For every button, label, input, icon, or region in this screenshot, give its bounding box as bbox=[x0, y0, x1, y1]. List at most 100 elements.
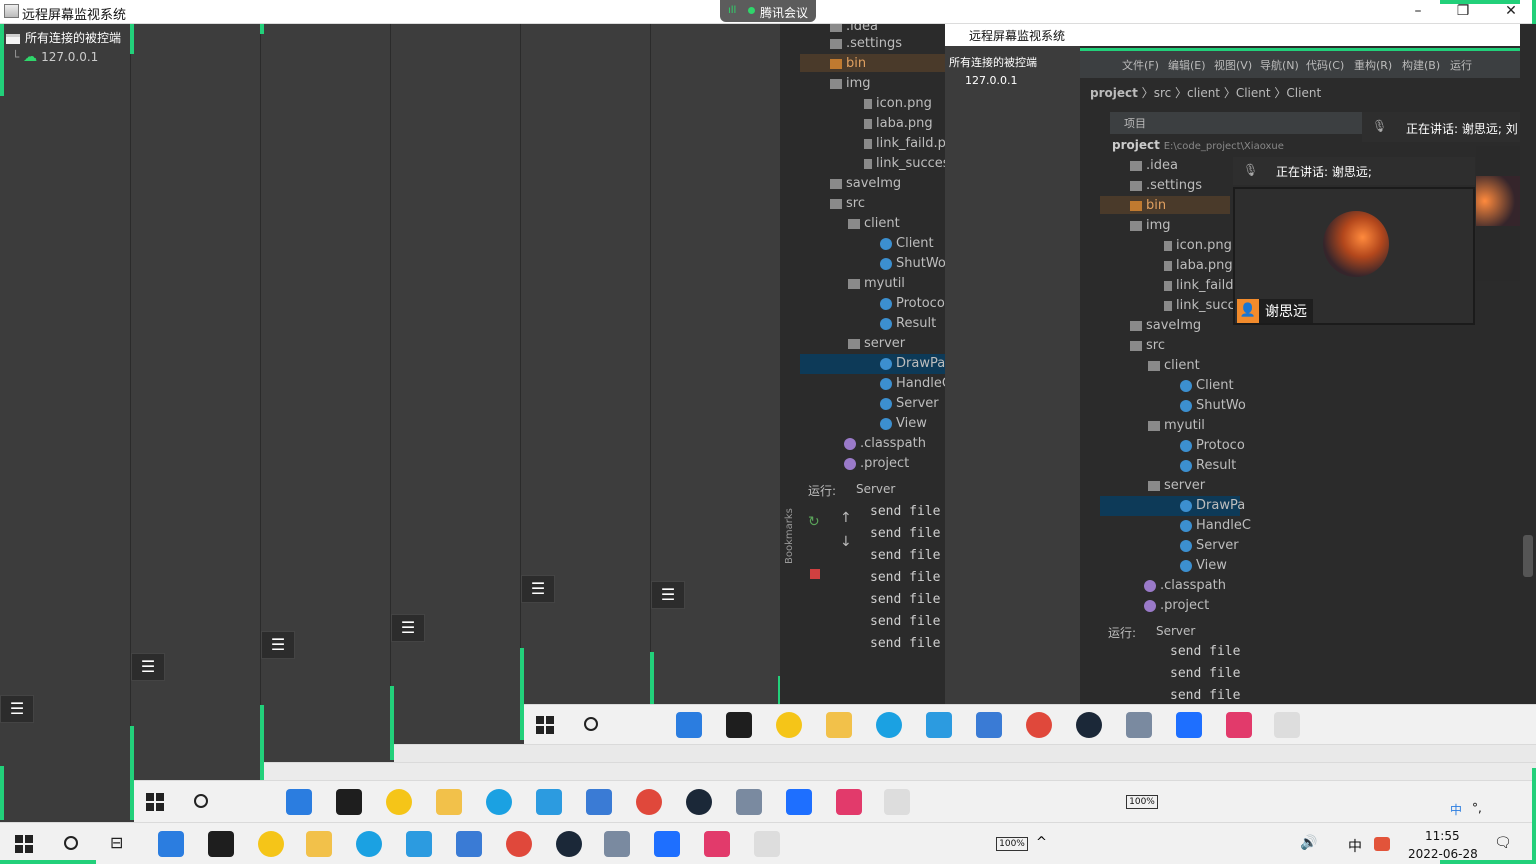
tree-item[interactable]: saveImg bbox=[830, 176, 901, 191]
edge-icon[interactable] bbox=[486, 789, 512, 815]
tree-item[interactable]: .idea bbox=[830, 24, 878, 34]
steam-icon[interactable] bbox=[686, 789, 712, 815]
wps-icon[interactable] bbox=[456, 831, 482, 857]
tree-client[interactable]: └ ☁ 127.0.0.1 bbox=[12, 49, 98, 65]
tree-item[interactable]: View bbox=[1180, 558, 1227, 573]
tree-item[interactable]: client bbox=[848, 216, 900, 231]
menu-file[interactable]: 文件(F) bbox=[1122, 57, 1159, 73]
remote-tree-root[interactable]: 所有连接的被控端 bbox=[949, 54, 1037, 70]
tree-item[interactable]: src bbox=[830, 196, 865, 211]
menu-edit[interactable]: 编辑(E) bbox=[1168, 57, 1206, 73]
tree-item[interactable]: HandleC bbox=[1180, 518, 1251, 533]
tree-item[interactable]: .settings bbox=[1130, 178, 1202, 193]
edge-icon[interactable] bbox=[876, 712, 902, 738]
tree-item[interactable]: Server bbox=[1180, 538, 1239, 553]
run-tab[interactable]: Server bbox=[1156, 624, 1195, 638]
menu-view[interactable]: 视图(V) bbox=[1214, 57, 1252, 73]
minimize-button[interactable]: – bbox=[1395, 0, 1441, 24]
intellij-icon[interactable] bbox=[1226, 712, 1252, 738]
tree-item[interactable]: server bbox=[848, 336, 905, 351]
tray-expand-icon[interactable]: ^ bbox=[1036, 835, 1047, 850]
tree-item[interactable]: Client bbox=[880, 236, 934, 251]
start-icon[interactable] bbox=[536, 716, 554, 734]
volume-icon[interactable]: 🔊 bbox=[1300, 835, 1317, 851]
tree-item[interactable]: saveImg bbox=[1130, 318, 1201, 333]
participant-video[interactable]: 👤 谢思远 bbox=[1233, 187, 1475, 325]
steam-icon[interactable] bbox=[1076, 712, 1102, 738]
folder-icon[interactable] bbox=[306, 831, 332, 857]
ime-indicator[interactable]: 中 bbox=[1348, 836, 1362, 856]
menu-navigate[interactable]: 导航(N) bbox=[1260, 57, 1299, 73]
menu-run[interactable]: 运行 bbox=[1450, 57, 1472, 73]
steam-icon[interactable] bbox=[556, 831, 582, 857]
run-tab[interactable]: Server bbox=[856, 482, 895, 496]
notification-icon[interactable]: 🗨 bbox=[1494, 835, 1512, 851]
vscode-icon[interactable] bbox=[926, 712, 952, 738]
arrow-down-icon[interactable]: ↓ bbox=[840, 534, 852, 550]
remote-tree-client[interactable]: 127.0.0.1 bbox=[965, 74, 1017, 87]
tree-item[interactable]: ShutWo bbox=[1180, 398, 1246, 413]
app-icon[interactable] bbox=[776, 712, 802, 738]
app-icon[interactable] bbox=[258, 831, 284, 857]
battery-indicator[interactable]: 100% bbox=[1126, 795, 1158, 809]
tree-item[interactable]: icon.png bbox=[864, 96, 932, 111]
tree-item[interactable]: .idea bbox=[1130, 158, 1178, 173]
tree-item[interactable]: bin bbox=[1130, 198, 1166, 213]
tree-item[interactable]: Result bbox=[880, 316, 936, 331]
bookmarks-tab[interactable]: Bookmarks bbox=[784, 508, 795, 564]
menu-icon[interactable]: ☰ bbox=[131, 653, 165, 681]
scrollbar-thumb[interactable] bbox=[1523, 535, 1533, 577]
tree-item[interactable]: bin bbox=[830, 56, 866, 71]
tree-item[interactable]: HandleC bbox=[880, 376, 945, 391]
meeting-app-icon[interactable] bbox=[654, 831, 680, 857]
game-icon[interactable] bbox=[1126, 712, 1152, 738]
tree-item[interactable]: .classpath bbox=[844, 436, 926, 451]
rerun-icon[interactable]: ↻ bbox=[808, 514, 820, 530]
menu-build[interactable]: 构建(B) bbox=[1402, 57, 1440, 73]
vscode-icon[interactable] bbox=[406, 831, 432, 857]
tree-item[interactable]: icon.png bbox=[1164, 238, 1232, 253]
chrome-icon[interactable] bbox=[506, 831, 532, 857]
tree-item[interactable]: View bbox=[880, 416, 927, 431]
menu-code[interactable]: 代码(C) bbox=[1306, 57, 1344, 73]
wps-icon[interactable] bbox=[976, 712, 1002, 738]
java-icon[interactable] bbox=[884, 789, 910, 815]
java-icon[interactable] bbox=[754, 831, 780, 857]
intellij-icon[interactable] bbox=[836, 789, 862, 815]
game-icon[interactable] bbox=[604, 831, 630, 857]
tree-item[interactable]: img bbox=[830, 76, 871, 91]
tree-item[interactable]: img bbox=[1130, 218, 1171, 233]
folder-icon[interactable] bbox=[436, 789, 462, 815]
arrow-up-icon[interactable]: ↑ bbox=[840, 510, 852, 526]
game-icon[interactable] bbox=[736, 789, 762, 815]
chrome-icon[interactable] bbox=[636, 789, 662, 815]
menu-icon[interactable]: ☰ bbox=[651, 581, 685, 609]
search-icon[interactable] bbox=[64, 836, 78, 850]
wps-icon[interactable] bbox=[586, 789, 612, 815]
tree-item[interactable]: link_faild.p bbox=[864, 136, 945, 151]
java-icon[interactable] bbox=[1274, 712, 1300, 738]
tree-item[interactable]: .project bbox=[1144, 598, 1209, 613]
ime-indicator[interactable]: 中 bbox=[1450, 801, 1462, 818]
pycharm-icon[interactable] bbox=[726, 712, 752, 738]
chrome-icon[interactable] bbox=[1026, 712, 1052, 738]
todo-icon[interactable] bbox=[158, 831, 184, 857]
tree-item[interactable]: Result bbox=[1180, 458, 1236, 473]
menu-icon[interactable]: ☰ bbox=[391, 614, 425, 642]
stop-icon[interactable] bbox=[810, 569, 820, 579]
intellij-icon[interactable] bbox=[704, 831, 730, 857]
tree-item[interactable]: laba.png bbox=[1164, 258, 1233, 273]
tree-item[interactable]: myutil bbox=[1148, 418, 1205, 433]
menu-refactor[interactable]: 重构(R) bbox=[1354, 57, 1392, 73]
folder-icon[interactable] bbox=[826, 712, 852, 738]
menu-icon[interactable]: ☰ bbox=[0, 695, 34, 723]
tree-item[interactable]: src bbox=[1130, 338, 1165, 353]
tree-item[interactable]: laba.png bbox=[864, 116, 933, 131]
menu-icon[interactable]: ☰ bbox=[521, 575, 555, 603]
tree-item[interactable]: .classpath bbox=[1144, 578, 1226, 593]
tree-item[interactable]: client bbox=[1148, 358, 1200, 373]
tree-item[interactable]: .project bbox=[844, 456, 909, 471]
start-icon[interactable] bbox=[146, 793, 164, 811]
meeting-app-icon[interactable] bbox=[786, 789, 812, 815]
tree-item[interactable]: Protoco bbox=[1180, 438, 1245, 453]
